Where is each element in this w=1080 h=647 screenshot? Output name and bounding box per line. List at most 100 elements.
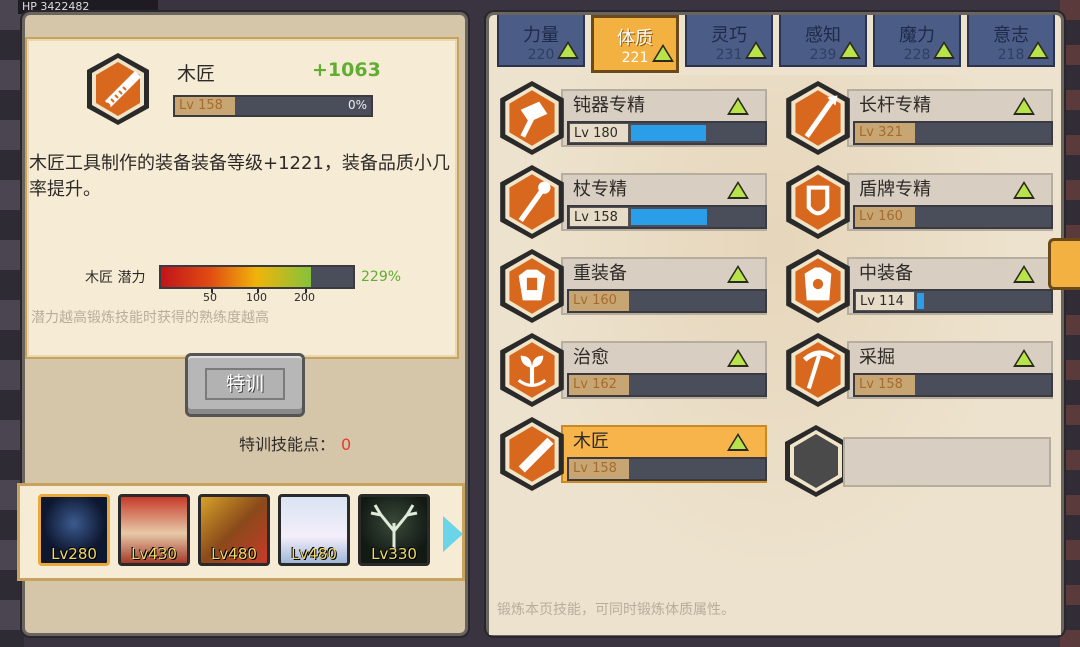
special-training-button[interactable]: 特训 — [185, 353, 305, 417]
tab-strength[interactable]: 力量 220 — [497, 15, 585, 67]
skill-card[interactable]: 治愈 Lv 162 — [497, 333, 767, 407]
hero-level: Lv330 — [371, 545, 417, 563]
upgrade-arrow-icon — [1013, 349, 1035, 367]
tab-willpower[interactable]: 意志 218 — [967, 15, 1055, 67]
skill-card-name: 盾牌专精 — [859, 179, 931, 200]
upgrade-arrow-icon — [839, 41, 861, 59]
skill-card-level: Lv 321 — [855, 123, 915, 143]
potential-hint: 潜力越高锻炼技能时获得的熟练度越高 — [31, 310, 269, 326]
skill-card[interactable]: 长杆专精 Lv 321 — [783, 81, 1053, 155]
antler-icon — [370, 504, 418, 549]
upgrade-arrow-icon — [727, 349, 749, 367]
upgrade-arrow-icon — [1013, 181, 1035, 199]
training-points-value: 0 — [341, 435, 352, 454]
skill-bonus: +1063 — [312, 59, 381, 81]
skill-card-progress: Lv 158 — [567, 205, 767, 229]
hero-portrait[interactable]: Lv430 — [118, 494, 190, 566]
side-expand-arrow-icon[interactable] — [1048, 238, 1080, 290]
skill-card-level: Lv 158 — [569, 459, 629, 479]
skill-card-level: Lv 158 — [569, 207, 629, 227]
potential-bar — [159, 265, 355, 289]
next-hero-arrow-icon[interactable] — [443, 516, 463, 552]
skill-card-progress: Lv 160 — [567, 289, 767, 313]
heal-icon — [500, 333, 564, 407]
hammer-icon — [500, 81, 564, 155]
saw-icon — [500, 417, 564, 491]
training-points: 特训技能点： 0 — [239, 431, 351, 455]
potential-tick-label: 50 — [203, 291, 217, 304]
upgrade-arrow-icon — [727, 97, 749, 115]
hero-level: Lv480 — [291, 545, 337, 563]
skill-card-name: 长杆专精 — [859, 95, 931, 116]
skill-card[interactable]: 钝器专精 Lv 180 — [497, 81, 767, 155]
skill-card-level: Lv 160 — [855, 207, 915, 227]
hero-portrait[interactable]: Lv280 — [38, 494, 110, 566]
hero-portrait[interactable]: Lv480 — [198, 494, 270, 566]
skill-progress-bar: Lv 158 0% — [173, 95, 373, 117]
upgrade-arrow-icon — [652, 44, 674, 62]
hero-portrait[interactable]: Lv480 — [278, 494, 350, 566]
skill-card-name: 治愈 — [573, 347, 609, 368]
skill-card-level: Lv 158 — [855, 375, 915, 395]
skill-card-progress: Lv 114 — [853, 289, 1053, 313]
shield-icon — [786, 165, 850, 239]
upgrade-arrow-icon — [1013, 265, 1035, 283]
skill-card-name: 钝器专精 — [573, 95, 645, 116]
skill-card[interactable]: 中装备 Lv 114 — [783, 249, 1053, 323]
skill-card-name: 采掘 — [859, 347, 895, 368]
tab-magic[interactable]: 魔力 228 — [873, 15, 961, 67]
hero-portrait[interactable]: Lv330 — [358, 494, 430, 566]
heavy-armor-icon — [500, 249, 564, 323]
pickaxe-icon — [786, 333, 850, 407]
skill-card-name: 木匠 — [573, 431, 609, 452]
skill-card[interactable]: 盾牌专精 Lv 160 — [783, 165, 1053, 239]
upgrade-arrow-icon — [933, 41, 955, 59]
skill-name: 木匠 — [177, 63, 216, 85]
skill-card-name: 中装备 — [859, 263, 913, 284]
hero-level: Lv280 — [51, 545, 97, 563]
skill-progress-percent: 0% — [347, 98, 367, 112]
training-points-label: 特训技能点： — [239, 435, 336, 454]
skill-card-progress-fill — [631, 125, 706, 141]
tab-perception[interactable]: 感知 239 — [779, 15, 867, 67]
skill-card-name: 重装备 — [573, 263, 627, 284]
skill-card-progress: Lv 321 — [853, 121, 1053, 145]
medium-armor-icon — [786, 249, 850, 323]
skill-level: Lv 158 — [175, 97, 235, 115]
skill-card-progress-fill — [631, 209, 707, 225]
potential-tick-label: 200 — [294, 291, 315, 304]
skill-detail-panel: 木匠 +1063 Lv 158 0% 木匠工具制作的装备装备等级+1221，装备… — [17, 12, 468, 636]
footer-hint: 锻炼本页技能，可同时锻炼体质属性。 — [497, 602, 735, 618]
saw-icon — [87, 53, 149, 125]
skill-card-level: Lv 114 — [855, 291, 915, 311]
upgrade-arrow-icon — [727, 181, 749, 199]
skill-card[interactable]: 杖专精 Lv 158 — [497, 165, 767, 239]
spear-icon — [786, 81, 850, 155]
skill-card-progress: Lv 160 — [853, 205, 1053, 229]
skill-card-progress: Lv 158 — [853, 373, 1053, 397]
potential-label: 木匠 潜力 — [85, 270, 146, 286]
skill-info-box: 木匠 +1063 Lv 158 0% 木匠工具制作的装备装备等级+1221，装备… — [25, 37, 459, 359]
empty-skill-slot — [843, 437, 1051, 487]
skill-card-progress-fill — [917, 293, 924, 309]
tab-constitution[interactable]: 体质 221 — [591, 15, 679, 73]
skill-list-panel: 力量 220 体质 221 灵巧 231 感知 239 魔力 228 意志 218 钝器专精… — [486, 12, 1064, 636]
hero-level: Lv480 — [211, 545, 257, 563]
skill-card[interactable]: 采掘 Lv 158 — [783, 333, 1053, 407]
skill-description: 木匠工具制作的装备装备等级+1221，装备品质小几率提升。 — [29, 153, 450, 200]
skill-card-level: Lv 180 — [569, 123, 629, 143]
empty-skill-slot-icon — [785, 425, 847, 497]
staff-icon — [500, 165, 564, 239]
skill-card-progress: Lv 180 — [567, 121, 767, 145]
hero-level: Lv430 — [131, 545, 177, 563]
special-training-label: 特训 — [205, 368, 285, 400]
skill-card-name: 杖专精 — [573, 179, 627, 200]
tab-dexterity[interactable]: 灵巧 231 — [685, 15, 773, 67]
potential-percent: 229% — [361, 269, 402, 285]
skill-card[interactable]: 木匠 Lv 158 — [497, 417, 767, 491]
potential-tick-label: 100 — [246, 291, 267, 304]
upgrade-arrow-icon — [1013, 97, 1035, 115]
skill-card-progress: Lv 158 — [567, 457, 767, 481]
upgrade-arrow-icon — [727, 433, 749, 451]
skill-card[interactable]: 重装备 Lv 160 — [497, 249, 767, 323]
